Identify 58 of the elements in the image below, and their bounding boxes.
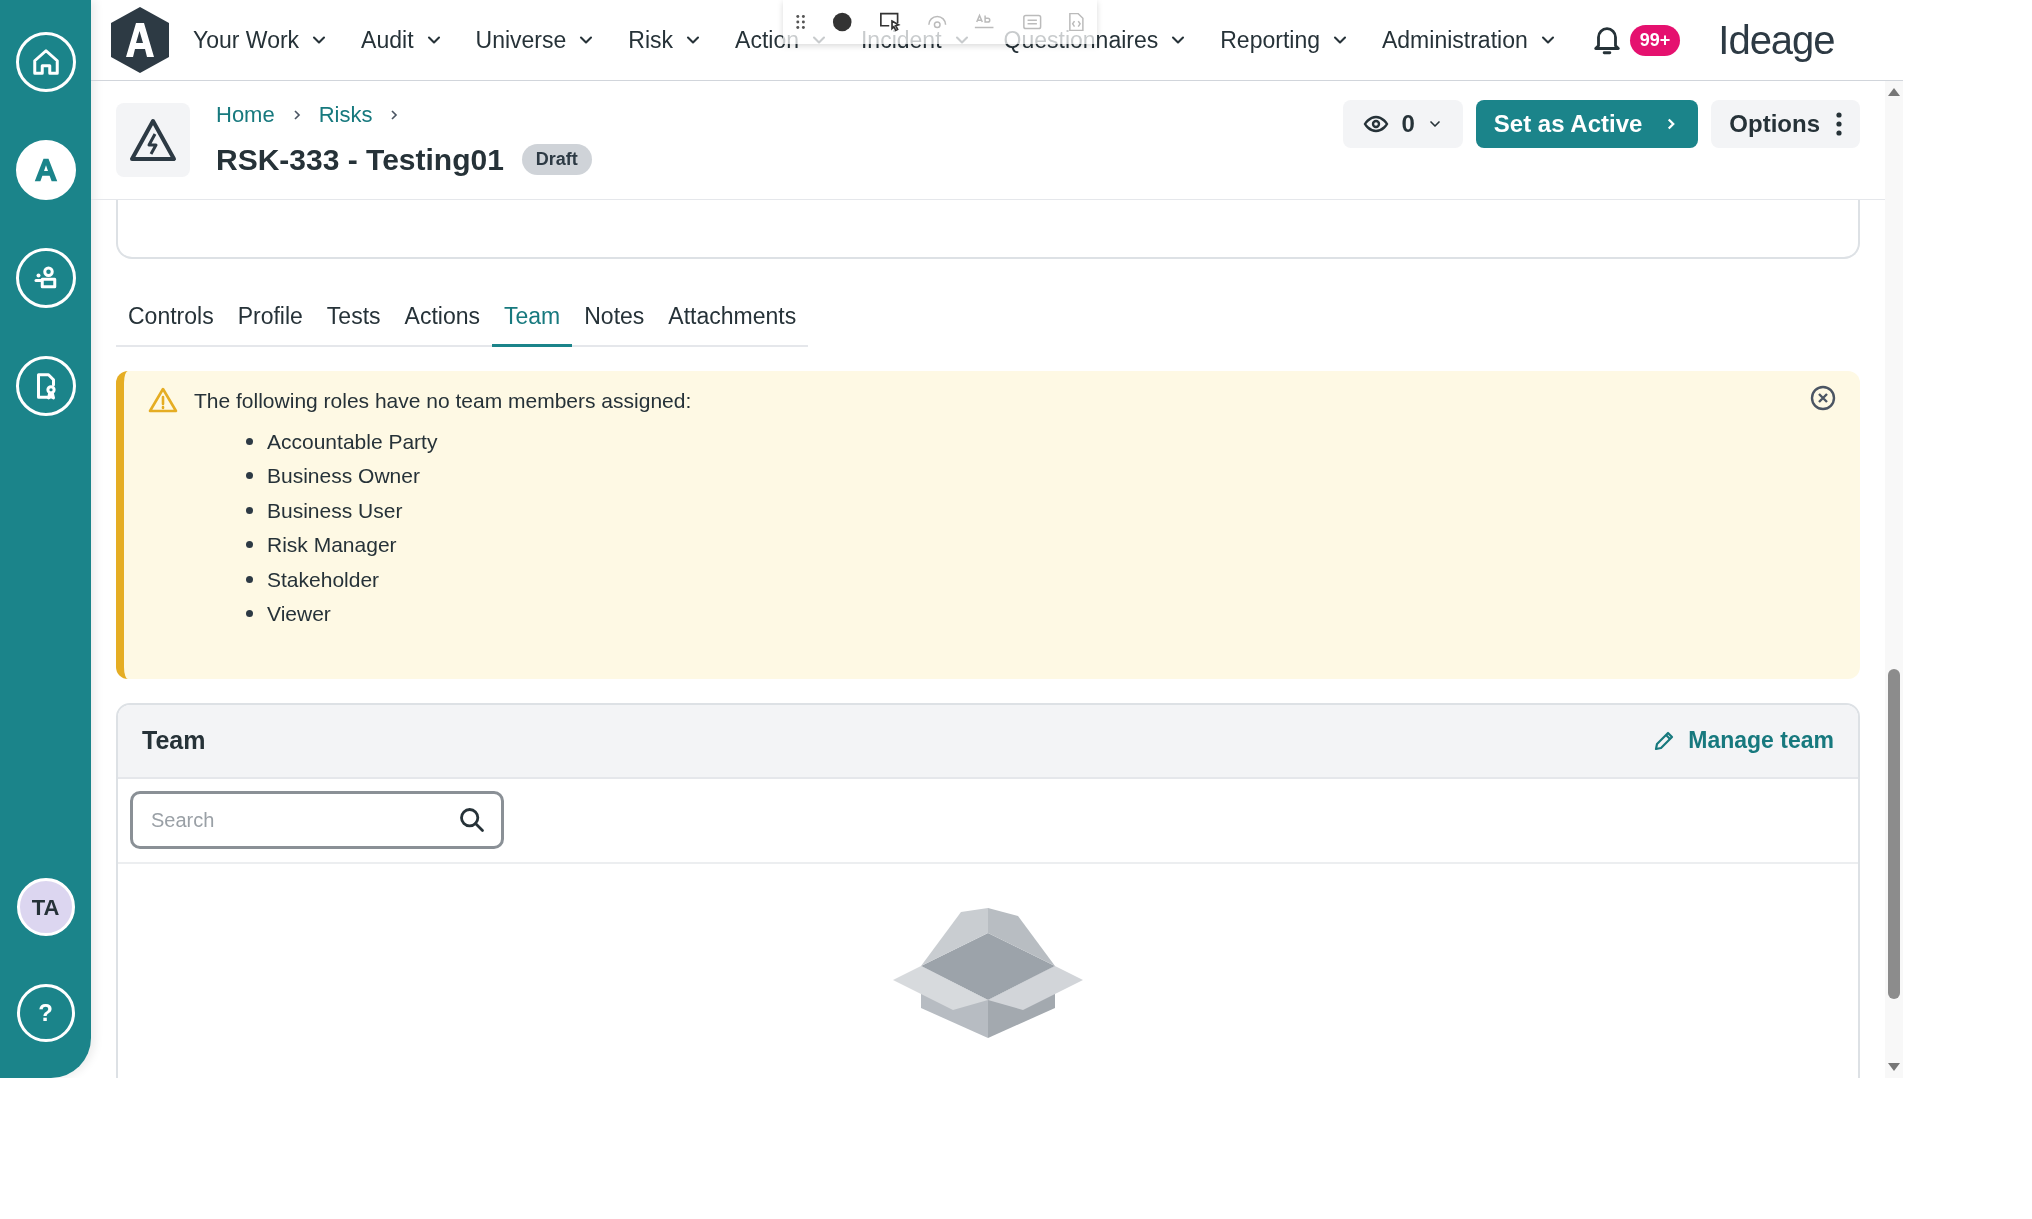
bullet-icon <box>246 610 253 618</box>
role-item: Viewer <box>267 601 331 627</box>
hexagon-logo-icon[interactable] <box>111 7 169 73</box>
tab[interactable]: Controls <box>116 299 226 347</box>
help-button[interactable]: ? <box>16 984 75 1042</box>
bullet-icon <box>246 437 253 445</box>
tab[interactable]: Tests <box>314 299 393 347</box>
close-button[interactable] <box>1810 384 1836 411</box>
warning-bolt-icon <box>128 117 178 163</box>
status-badge: Draft <box>521 144 592 175</box>
role-item: Business Owner <box>267 463 420 489</box>
scroll-up-icon[interactable] <box>1887 87 1901 97</box>
manage-team-link[interactable]: Manage team <box>1652 723 1834 758</box>
brand-name: Ideage <box>1718 20 1835 60</box>
alert-message: The following roles have no team members assigned: <box>194 387 692 414</box>
bullet-icon <box>246 575 253 583</box>
search-field[interactable]: Search <box>130 791 504 849</box>
page-title: RSK-333 - Testing01 <box>216 142 504 178</box>
breadcrumb-link[interactable]: Risks <box>318 98 373 131</box>
tab[interactable]: Profile <box>225 299 315 347</box>
panel-title: Team <box>142 724 206 756</box>
scroll-down-icon[interactable] <box>1887 1062 1901 1072</box>
tab[interactable]: Team <box>492 299 573 347</box>
role-item: Accountable Party <box>267 428 438 455</box>
notification-badge: 99+ <box>1629 24 1681 56</box>
record-icon[interactable] <box>832 11 853 33</box>
options-button[interactable]: Options <box>1711 100 1860 148</box>
bullet-icon <box>246 506 253 514</box>
more-vertical-icon <box>1836 112 1842 136</box>
bullet-icon <box>246 541 253 549</box>
tab[interactable]: Actions <box>392 299 492 347</box>
home-icon <box>30 47 61 77</box>
close-icon <box>1810 384 1836 411</box>
sidebar-item[interactable] <box>15 356 76 416</box>
drag-handle-icon[interactable] <box>795 13 807 31</box>
tab[interactable]: Attachments <box>656 299 809 347</box>
role-item: Stakeholder <box>267 566 380 593</box>
user-avatar[interactable]: TA <box>16 878 75 936</box>
scrollbar[interactable] <box>1885 81 1903 1078</box>
search-icon <box>458 806 486 834</box>
nav-menu[interactable]: Risk <box>628 22 704 58</box>
nav-menu[interactable]: Audit <box>361 22 444 58</box>
scrollbar-thumb[interactable] <box>1888 669 1900 999</box>
warning-icon <box>148 386 178 415</box>
nav-menu[interactable]: Universe <box>475 22 597 58</box>
tab[interactable]: Notes <box>572 299 657 347</box>
watchers-button[interactable]: 0 <box>1343 100 1463 148</box>
sidebar-item[interactable] <box>15 248 76 308</box>
nav-menu[interactable]: Administration <box>1382 22 1558 58</box>
bullet-icon <box>246 472 253 480</box>
nav-menu[interactable]: Reporting <box>1220 22 1350 58</box>
sidebar-item[interactable] <box>15 32 76 92</box>
nav-menu[interactable]: Your Work <box>193 22 330 58</box>
breadcrumb-link[interactable]: Home <box>216 98 275 131</box>
eye-icon <box>1363 114 1390 134</box>
role-item: Risk Manager <box>267 532 397 558</box>
role-item: Business User <box>267 497 403 524</box>
set-active-button[interactable]: Set as Active <box>1475 100 1699 148</box>
